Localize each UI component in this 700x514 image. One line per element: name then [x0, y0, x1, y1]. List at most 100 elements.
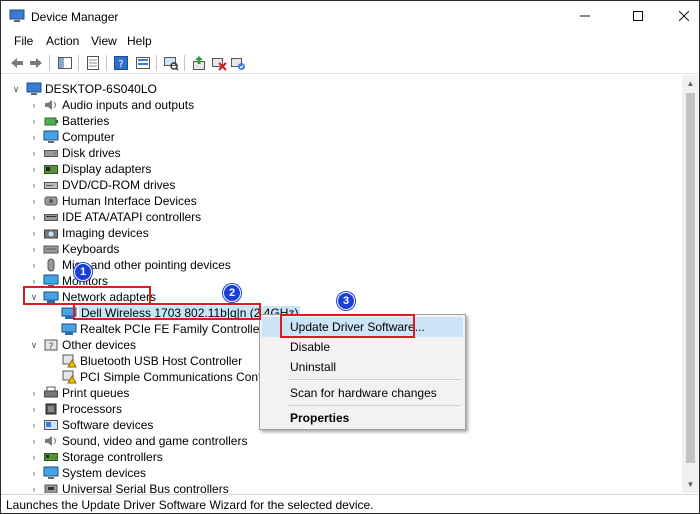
tree-item-mice[interactable]: › Mice and other pointing devices — [2, 257, 682, 273]
tree-item-imaging[interactable]: › Imaging devices — [2, 225, 682, 241]
menu-item-label: Uninstall — [290, 360, 337, 374]
tree-item-label: Universal Serial Bus controllers — [62, 482, 229, 493]
tree-item-storage-controllers[interactable]: › Storage controllers — [2, 449, 682, 465]
tree-item-label: Imaging devices — [62, 226, 149, 240]
dvd-drive-icon — [44, 182, 58, 189]
expand-chevron-icon[interactable]: › — [29, 468, 39, 478]
close-button[interactable] — [661, 1, 700, 31]
device-manager-window: Device Manager File Action View Help ? ∨… — [0, 0, 700, 514]
printer-icon — [44, 386, 58, 398]
menu-bar: File Action View Help — [1, 31, 699, 51]
minimize-button[interactable] — [562, 1, 608, 31]
tree-item-batteries[interactable]: › Batteries — [2, 113, 682, 129]
minimize-icon — [580, 15, 590, 17]
vertical-scrollbar[interactable]: ▲ ▼ — [682, 75, 699, 493]
expand-chevron-icon[interactable]: › — [29, 388, 39, 398]
expand-chevron-icon[interactable]: › — [29, 116, 39, 126]
menu-item-properties[interactable]: Properties — [262, 408, 463, 428]
tree-item-label: IDE ATA/ATAPI controllers — [62, 210, 202, 224]
tree-item-label: Disk drives — [62, 146, 121, 160]
status-bar: Launches the Update Driver Software Wiza… — [1, 494, 699, 513]
expand-chevron-icon[interactable]: › — [29, 132, 39, 142]
tree-item-computer[interactable]: › Computer — [2, 129, 682, 145]
expand-chevron-icon[interactable]: › — [29, 164, 39, 174]
menu-file[interactable]: File — [14, 34, 33, 48]
scroll-up-arrow-icon[interactable]: ▲ — [682, 75, 699, 92]
tree-item-label: System devices — [62, 466, 147, 480]
forward-arrow-icon[interactable] — [28, 55, 44, 71]
uninstall-device-icon[interactable] — [211, 55, 227, 71]
menu-view[interactable]: View — [91, 34, 117, 48]
tree-item-label: Display adapters — [62, 162, 152, 176]
tree-item-usb[interactable]: › Universal Serial Bus controllers — [2, 481, 682, 493]
tree-item-label: Storage controllers — [62, 450, 163, 464]
tree-item-keyboards[interactable]: › Keyboards — [2, 241, 682, 257]
toolbar-separator — [49, 55, 50, 71]
tree-item-display-adapters[interactable]: › Display adapters — [2, 161, 682, 177]
toolbar: ? — [1, 52, 699, 74]
expand-chevron-icon[interactable]: › — [29, 100, 39, 110]
tree-root-label: DESKTOP-6S040LO — [45, 82, 157, 96]
expand-chevron-icon[interactable]: › — [29, 244, 39, 254]
show-hidden-devices-icon[interactable] — [135, 55, 151, 71]
step-badge-3: 3 — [337, 292, 355, 310]
toolbar-separator — [78, 55, 79, 71]
menu-item-uninstall[interactable]: Uninstall — [262, 357, 463, 377]
maximize-button[interactable] — [615, 1, 661, 31]
expand-chevron-icon[interactable]: › — [29, 180, 39, 190]
tree-item-disk-drives[interactable]: › Disk drives — [2, 145, 682, 161]
menu-action[interactable]: Action — [46, 34, 79, 48]
show-hide-console-tree-icon[interactable] — [57, 55, 73, 71]
enable-device-icon[interactable] — [230, 55, 246, 71]
expand-chevron-icon[interactable]: › — [29, 196, 39, 206]
expand-chevron-icon[interactable]: › — [29, 276, 39, 286]
disk-drive-icon — [44, 150, 58, 157]
expand-chevron-icon[interactable]: › — [29, 452, 39, 462]
expand-chevron-icon[interactable]: › — [29, 420, 39, 430]
menu-help[interactable]: Help — [127, 34, 152, 48]
menu-separator — [288, 405, 461, 406]
tree-item-system-devices[interactable]: › System devices — [2, 465, 682, 481]
expand-chevron-icon[interactable]: › — [29, 212, 39, 222]
expand-chevron-icon[interactable]: › — [29, 260, 39, 270]
tree-item-sound-video[interactable]: › Sound, video and game controllers — [2, 433, 682, 449]
speaker-icon — [45, 100, 56, 110]
expand-chevron-icon[interactable]: › — [29, 404, 39, 414]
expand-chevron-icon[interactable]: › — [29, 228, 39, 238]
properties-sheet-icon[interactable] — [85, 55, 101, 71]
expand-chevron-icon[interactable]: › — [29, 484, 39, 493]
tree-item-dvd[interactable]: › DVD/CD-ROM drives — [2, 177, 682, 193]
back-arrow-icon[interactable] — [9, 55, 25, 71]
tree-item-ide[interactable]: › IDE ATA/ATAPI controllers — [2, 209, 682, 225]
display-adapter-icon — [44, 165, 58, 174]
menu-item-scan-hardware[interactable]: Scan for hardware changes — [262, 383, 463, 403]
tree-item-label: PCI Simple Communications Controller — [80, 370, 289, 384]
tree-item-label: Other devices — [62, 338, 137, 352]
collapse-chevron-icon[interactable]: ∨ — [29, 340, 39, 350]
tree-root[interactable]: ∨ DESKTOP-6S040LO — [2, 81, 682, 97]
tree-item-label: DVD/CD-ROM drives — [62, 178, 176, 192]
storage-controller-icon — [44, 453, 58, 461]
hid-icon — [44, 196, 58, 206]
tree-item-audio[interactable]: › Audio inputs and outputs — [2, 97, 682, 113]
update-driver-icon[interactable] — [191, 55, 207, 71]
tree-item-hid[interactable]: › Human Interface Devices — [2, 193, 682, 209]
scroll-down-arrow-icon[interactable]: ▼ — [682, 476, 699, 493]
expand-chevron-icon[interactable]: › — [29, 436, 39, 446]
help-icon[interactable]: ? — [113, 55, 129, 71]
tree-item-label: Human Interface Devices — [62, 194, 197, 208]
tree-item-label: Realtek PCIe FE Family Controller — [80, 322, 264, 336]
speaker-icon — [45, 436, 56, 446]
keyboard-icon — [43, 245, 59, 254]
menu-item-disable[interactable]: Disable — [262, 337, 463, 357]
scrollbar-thumb[interactable] — [686, 93, 695, 463]
processor-icon — [45, 403, 57, 415]
unknown-device-icon: ? — [44, 339, 58, 352]
scan-hardware-icon[interactable] — [163, 55, 179, 71]
collapse-chevron-icon[interactable]: ∨ — [11, 84, 21, 94]
usb-icon — [44, 484, 58, 493]
close-icon — [679, 11, 689, 21]
toolbar-separator — [106, 55, 107, 71]
expand-chevron-icon[interactable]: › — [29, 148, 39, 158]
ide-controller-icon — [44, 214, 58, 221]
